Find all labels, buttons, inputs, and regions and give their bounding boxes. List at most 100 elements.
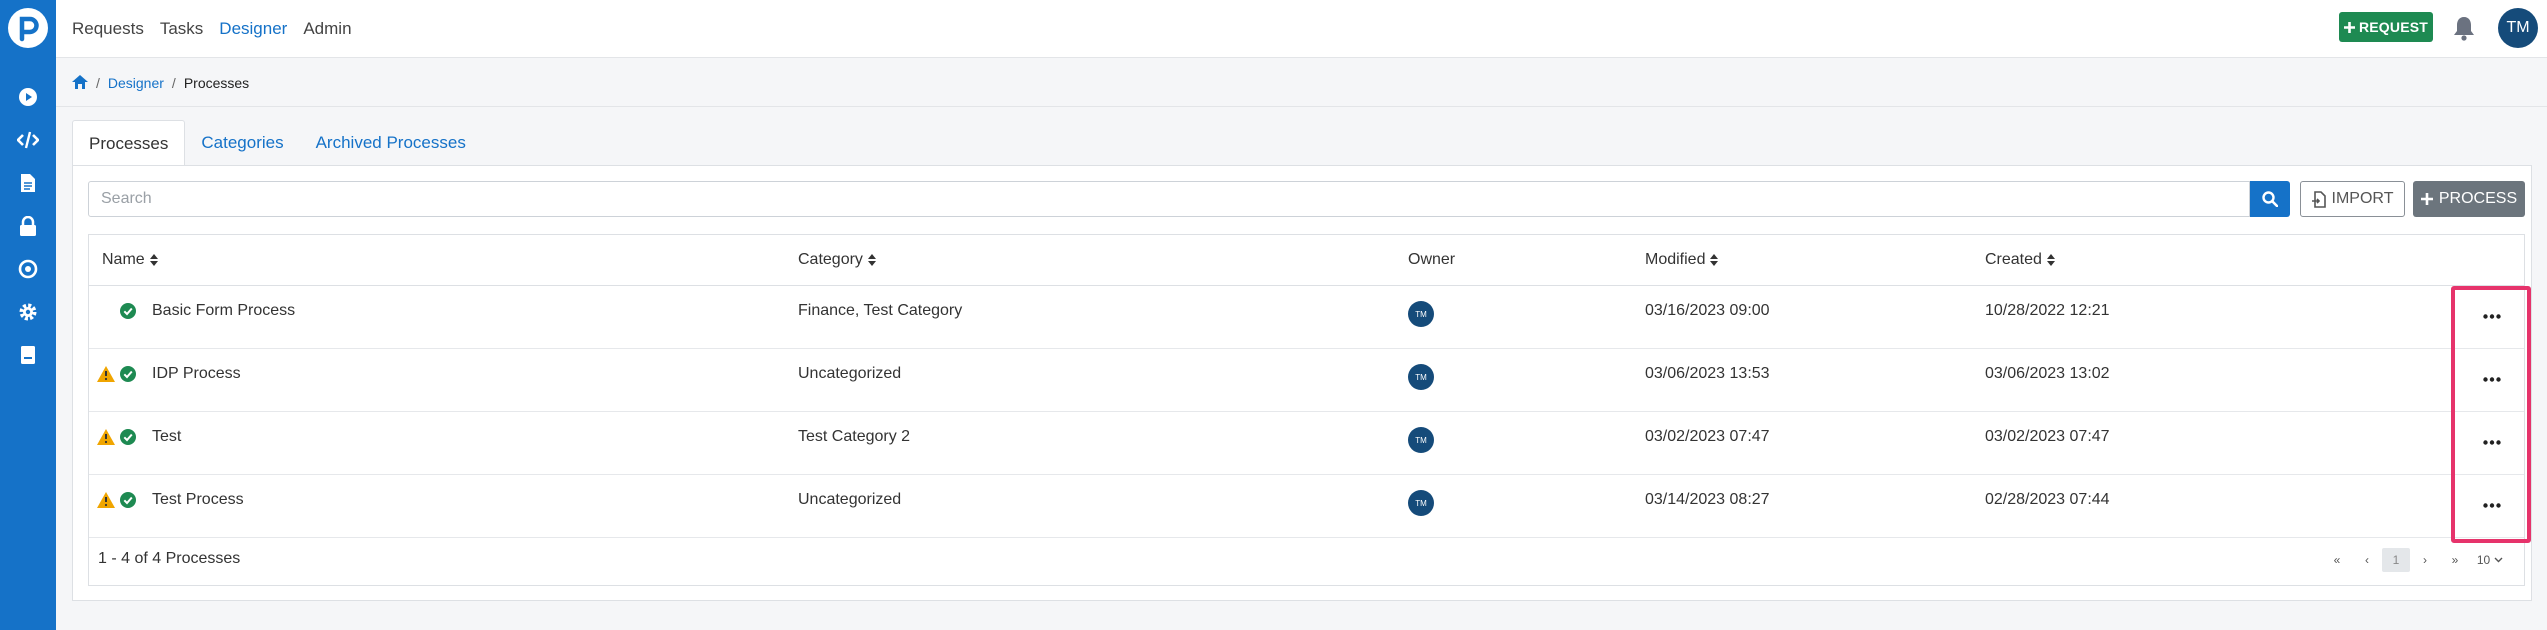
column-header-category-label: Category	[798, 251, 863, 268]
warning-icon	[97, 429, 115, 445]
breadcrumb-divider	[56, 106, 2547, 107]
table-row[interactable]: Test Process Uncategorized TM 03/14/2023…	[89, 475, 2524, 538]
new-request-button[interactable]: REQUEST	[2339, 12, 2433, 42]
breadcrumb-separator: /	[96, 75, 100, 91]
play-circle-icon[interactable]	[14, 83, 42, 111]
current-page[interactable]: 1	[2382, 548, 2410, 572]
per-page-select[interactable]: 10	[2470, 548, 2510, 572]
tab-bar: Processes Categories Archived Processes	[72, 120, 482, 166]
tab-categories[interactable]: Categories	[185, 120, 299, 166]
document-icon[interactable]	[14, 169, 42, 197]
process-name[interactable]: Test	[152, 412, 181, 462]
create-process-label: PROCESS	[2438, 190, 2518, 207]
nav-tasks[interactable]: Tasks	[160, 19, 203, 39]
import-button[interactable]: IMPORT	[2300, 181, 2405, 217]
breadcrumb-separator: /	[171, 75, 176, 91]
actions-column-highlight	[2451, 286, 2531, 543]
top-nav: Requests Tasks Designer Admin	[72, 0, 352, 58]
sidebar	[0, 0, 56, 630]
per-page-value: 10	[2476, 553, 2491, 567]
target-circle-icon[interactable]	[14, 255, 42, 283]
search-icon	[2262, 191, 2278, 207]
new-request-label: REQUEST	[2358, 19, 2429, 35]
process-modified: 03/02/2023 07:47	[1645, 428, 1770, 445]
gear-icon[interactable]	[14, 298, 42, 326]
process-created: 10/28/2022 12:21	[1985, 302, 2110, 319]
notification-bell-icon[interactable]	[2452, 15, 2476, 41]
nav-admin[interactable]: Admin	[303, 19, 351, 39]
process-name[interactable]: IDP Process	[152, 349, 241, 399]
prev-page-button[interactable]: ‹	[2352, 548, 2382, 572]
table-row[interactable]: Test Test Category 2 TM 03/02/2023 07:47…	[89, 412, 2524, 475]
column-header-created-label: Created	[1985, 251, 2042, 268]
process-created: 02/28/2023 07:44	[1985, 491, 2110, 508]
process-category: Test Category 2	[798, 428, 911, 445]
column-header-name-label: Name	[102, 251, 145, 268]
breadcrumb-designer-link[interactable]: Designer	[108, 75, 164, 91]
column-header-category[interactable]: Category	[798, 235, 876, 285]
lock-icon[interactable]	[14, 212, 42, 240]
process-modified: 03/14/2023 08:27	[1645, 491, 1770, 508]
owner-avatar: TM	[1408, 364, 1434, 390]
owner-avatar: TM	[1408, 490, 1434, 516]
nav-designer[interactable]: Designer	[219, 19, 287, 39]
processmaker-logo-icon[interactable]	[6, 6, 50, 50]
file-import-icon	[2311, 190, 2326, 208]
sort-icon	[867, 254, 876, 266]
check-circle-icon	[120, 303, 136, 319]
owner-avatar: TM	[1408, 301, 1434, 327]
breadcrumb-current: Processes	[183, 75, 250, 91]
tab-archived-processes[interactable]: Archived Processes	[300, 120, 482, 166]
row-status-icons	[97, 490, 137, 510]
process-category: Finance, Test Category	[798, 302, 963, 319]
search-button[interactable]	[2250, 181, 2290, 217]
column-header-modified-label: Modified	[1645, 251, 1706, 268]
check-circle-icon	[120, 429, 136, 445]
user-avatar[interactable]: TM	[2498, 8, 2538, 48]
tab-processes[interactable]: Processes	[72, 120, 186, 166]
owner-avatar: TM	[1408, 427, 1434, 453]
top-navbar: Requests Tasks Designer Admin REQUEST TM	[56, 0, 2547, 58]
process-category: Uncategorized	[798, 365, 902, 382]
pagination: « ‹ 1 › » 10	[2322, 548, 2510, 572]
process-name[interactable]: Basic Form Process	[152, 286, 295, 336]
process-created: 03/02/2023 07:47	[1985, 428, 2110, 445]
sort-icon	[2046, 254, 2055, 266]
table-row[interactable]: IDP Process Uncategorized TM 03/06/2023 …	[89, 349, 2524, 412]
processes-table: Name Category Owner Modified Created Bas…	[88, 234, 2525, 586]
pagination-summary: 1 - 4 of 4 Processes	[98, 550, 241, 567]
create-process-button[interactable]: PROCESS	[2413, 181, 2525, 217]
last-page-button[interactable]: »	[2440, 548, 2470, 572]
plus-icon	[2420, 193, 2433, 205]
book-icon[interactable]	[14, 341, 42, 369]
column-header-name[interactable]: Name	[102, 235, 158, 285]
import-label: IMPORT	[2331, 190, 2394, 207]
column-header-owner-label: Owner	[1408, 251, 1456, 268]
table-row[interactable]: Basic Form Process Finance, Test Categor…	[89, 286, 2524, 349]
sort-icon	[149, 254, 158, 266]
check-circle-icon	[120, 366, 136, 382]
warning-icon	[97, 492, 115, 508]
row-status-icons	[97, 364, 137, 384]
plus-icon	[2343, 21, 2355, 33]
process-created: 03/06/2023 13:02	[1985, 365, 2110, 382]
sort-icon	[1710, 254, 1719, 266]
search-input[interactable]	[88, 181, 2250, 217]
column-header-modified[interactable]: Modified	[1645, 235, 1719, 285]
column-header-created[interactable]: Created	[1985, 235, 2055, 285]
row-status-icons	[97, 427, 137, 447]
check-circle-icon	[120, 492, 136, 508]
process-name[interactable]: Test Process	[152, 475, 244, 525]
process-category: Uncategorized	[798, 491, 902, 508]
column-header-owner: Owner	[1408, 235, 1455, 285]
process-modified: 03/16/2023 09:00	[1645, 302, 1770, 319]
next-page-button[interactable]: ›	[2410, 548, 2440, 572]
first-page-button[interactable]: «	[2322, 548, 2352, 572]
home-icon[interactable]	[72, 74, 88, 92]
breadcrumb: / Designer / Processes	[72, 72, 249, 94]
row-status-icons	[97, 301, 137, 321]
nav-requests[interactable]: Requests	[72, 19, 144, 39]
code-icon[interactable]	[14, 126, 42, 154]
process-modified: 03/06/2023 13:53	[1645, 365, 1770, 382]
warning-icon	[97, 366, 115, 382]
